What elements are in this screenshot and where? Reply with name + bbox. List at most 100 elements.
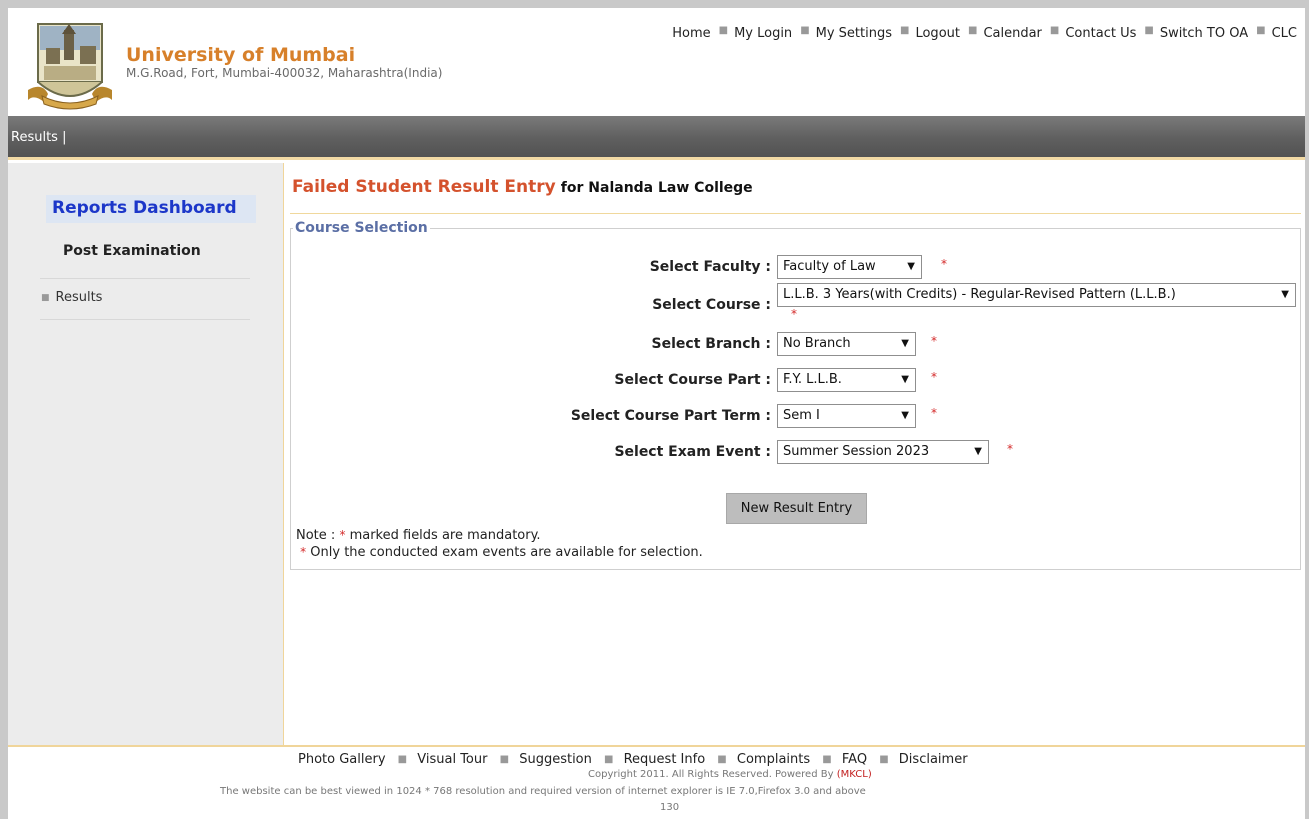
nav-calendar-link[interactable]: Calendar [983,26,1041,41]
nav-separator-icon: ■ [822,754,832,765]
exam-event-row: Select Exam Event : Summer Session 2023 … [285,440,1295,466]
footer-visual-tour-link[interactable]: Visual Tour [417,752,487,767]
nav-separator-icon: ■ [397,754,408,765]
page-title-main: Failed Student Result Entry [292,177,556,197]
nav-separator-icon: ■ [967,25,978,36]
nav-separator-icon: ■ [718,25,729,36]
footer-disclaimer-link[interactable]: Disclaimer [899,752,968,767]
course-part-term-select-value: Sem I [783,408,820,423]
sidebar-item-results[interactable]: ■ Results [41,290,102,305]
branch-select-value: No Branch [783,336,851,351]
footer-links: Photo Gallery ■ Visual Tour ■ Suggestion… [298,752,968,767]
course-part-label: Select Course Part : [614,372,771,388]
chevron-down-icon: ▼ [974,446,982,457]
chevron-down-icon: ▼ [901,410,909,421]
nav-logout-link[interactable]: Logout [915,26,960,41]
nav-separator-icon: ■ [717,754,727,765]
top-navigation: Home ■ My Login ■ My Settings ■ Logout ■… [672,25,1297,41]
chevron-down-icon: ▼ [901,338,909,349]
course-part-term-select[interactable]: Sem I ▼ [777,404,916,428]
course-selection-legend: Course Selection [295,220,428,236]
menu-results-link[interactable]: Results | [11,130,66,145]
page-title: Failed Student Result Entry for Nalanda … [292,177,753,197]
course-select-value: L.L.B. 3 Years(with Credits) - Regular-R… [783,287,1176,302]
required-star: * [941,257,947,271]
course-row: Select Course : L.L.B. 3 Years(with Cred… [285,283,1296,321]
nav-clc-link[interactable]: CLC [1272,26,1297,41]
nav-separator-icon: ■ [604,754,614,765]
required-star: * [300,545,307,559]
exam-event-select[interactable]: Summer Session 2023 ▼ [777,440,989,464]
footer-faq-link[interactable]: FAQ [842,752,867,767]
copyright-label: Copyright 2011. All Rights Reserved. Pow… [588,769,834,780]
new-result-entry-button[interactable]: New Result Entry [726,493,867,524]
nav-home-link[interactable]: Home [672,26,710,41]
sidebar-section-post-examination: Post Examination [63,243,201,259]
nav-switch-to-oa-link[interactable]: Switch TO OA [1160,26,1248,41]
faculty-select-value: Faculty of Law [783,259,876,274]
main-content: Failed Student Result Entry for Nalanda … [285,163,1305,745]
exam-event-select-value: Summer Session 2023 [783,444,930,459]
nav-my-settings-link[interactable]: My Settings [816,26,892,41]
course-part-select-value: F.Y. L.L.B. [783,372,842,387]
footer-request-info-link[interactable]: Request Info [624,752,706,767]
bullet-icon: ■ [41,293,50,303]
course-select[interactable]: L.L.B. 3 Years(with Credits) - Regular-R… [777,283,1296,307]
footer-photo-gallery-link[interactable]: Photo Gallery [298,752,386,767]
sidebar-item-label: Results [55,290,103,305]
nav-my-login-link[interactable]: My Login [734,26,792,41]
required-star: * [339,528,346,542]
branch-row: Select Branch : No Branch ▼ * [285,332,1295,358]
footer-suggestion-link[interactable]: Suggestion [519,752,592,767]
nav-contact-us-link[interactable]: Contact Us [1065,26,1136,41]
chevron-down-icon: ▼ [901,374,909,385]
note-mandatory-text: marked fields are mandatory. [349,528,541,543]
mkcl-link[interactable]: (MKCL) [837,769,872,780]
nav-separator-icon: ■ [1049,25,1060,36]
chevron-down-icon: ▼ [907,261,915,272]
required-star: * [931,334,937,348]
nav-separator-icon: ■ [879,754,889,765]
footer-complaints-link[interactable]: Complaints [737,752,810,767]
site-footer: Photo Gallery ■ Visual Tour ■ Suggestion… [8,745,1305,819]
branch-select[interactable]: No Branch ▼ [777,332,916,356]
course-part-term-label: Select Course Part Term : [570,408,771,424]
note-line-2: * Only the conducted exam events are ava… [296,544,703,561]
nav-separator-icon: ■ [499,754,510,765]
exam-event-label: Select Exam Event : [614,444,771,460]
sidebar: Reports Dashboard Post Examination ■ Resu… [8,163,284,745]
required-star: * [931,370,937,384]
visitor-counter: 130 [660,802,680,813]
required-star: * [1007,442,1013,456]
site-header: University of Mumbai M.G.Road, Fort, Mum… [8,8,1305,116]
page-title-college: for Nalanda Law College [560,180,753,196]
copyright-text: Copyright 2011. All Rights Reserved. Pow… [588,769,872,780]
note-block: Note : * marked fields are mandatory. * … [296,527,703,561]
required-star: * [931,406,937,420]
sidebar-divider [40,319,250,320]
university-logo-icon [28,23,112,110]
menu-bar: Results | [8,116,1305,160]
note-prefix: Note : [296,528,336,543]
nav-separator-icon: ■ [900,25,910,36]
university-name: University of Mumbai [126,44,356,66]
course-part-select[interactable]: F.Y. L.L.B. ▼ [777,368,916,392]
nav-separator-icon: ■ [1144,25,1154,36]
faculty-select[interactable]: Faculty of Law ▼ [777,255,922,279]
nav-separator-icon: ■ [800,25,810,36]
note-line-1: Note : * marked fields are mandatory. [296,527,703,544]
course-part-row: Select Course Part : F.Y. L.L.B. ▼ * [285,368,1295,394]
required-star: * [791,307,797,321]
course-label: Select Course : [652,297,771,313]
sidebar-divider [40,278,250,279]
faculty-row: Select Faculty : Faculty of Law ▼ * [285,255,1295,281]
chevron-down-icon: ▼ [1281,289,1289,300]
nav-separator-icon: ■ [1256,25,1266,36]
university-address: M.G.Road, Fort, Mumbai-400032, Maharasht… [126,66,443,80]
course-part-term-row: Select Course Part Term : Sem I ▼ * [285,404,1295,430]
reports-dashboard-title[interactable]: Reports Dashboard [46,195,256,223]
branch-label: Select Branch : [651,336,771,352]
title-divider [290,213,1301,214]
resolution-note: The website can be best viewed in 1024 *… [220,786,866,797]
note-conducted-text: Only the conducted exam events are avail… [310,545,703,560]
